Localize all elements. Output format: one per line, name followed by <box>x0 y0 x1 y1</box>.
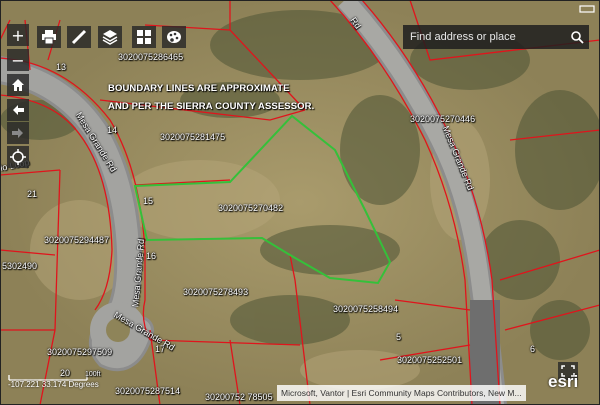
back-button[interactable] <box>7 99 29 121</box>
notice-line-2: AND PER THE SIERRA COUNTY ASSESSOR. <box>108 101 315 112</box>
basemap-gallery-icon <box>137 30 151 44</box>
boundary-notice: BOUNDARY LINES ARE APPROXIMATE AND PER T… <box>108 80 314 116</box>
layers-button[interactable] <box>98 26 122 48</box>
parcel-label: 3020075294487 <box>44 235 110 245</box>
lot-number: 13 <box>56 62 67 72</box>
attribution[interactable]: Microsoft, Vantor | Esri Community Maps … <box>277 385 526 401</box>
zoom-out-button[interactable]: − <box>7 49 29 71</box>
coordinate-readout: -107.221 33.174 Degrees <box>8 380 99 389</box>
parcel-label: 3020075252501 <box>397 355 463 365</box>
palette-icon <box>167 31 181 43</box>
lot-number: 15 <box>143 196 154 206</box>
menu-icon <box>579 5 595 13</box>
measure-button[interactable] <box>67 26 91 48</box>
esri-logo: esri <box>548 372 579 391</box>
lot-number: 16 <box>146 251 157 261</box>
layers-icon <box>102 30 118 45</box>
search-button[interactable] <box>565 25 589 49</box>
notice-line-1: BOUNDARY LINES ARE APPROXIMATE <box>108 83 290 94</box>
basemap-gallery-button[interactable] <box>132 26 156 48</box>
measure-icon <box>71 29 87 45</box>
locate-icon <box>10 149 26 165</box>
map-view[interactable]: BOUNDARY LINES ARE APPROXIMATE AND PER T… <box>0 0 600 405</box>
search-box <box>403 25 589 49</box>
lot-number: 21 <box>27 189 38 199</box>
lot-number: 14 <box>107 125 118 135</box>
print-button[interactable] <box>37 26 61 48</box>
symbology-button[interactable] <box>162 26 186 48</box>
parcel-label: 3020075270482 <box>218 203 284 213</box>
lot-number: 5 <box>396 332 402 342</box>
home-button[interactable] <box>7 74 29 96</box>
coordinate-text: -107.221 33.174 Degrees <box>8 380 99 389</box>
forward-button[interactable] <box>7 122 29 144</box>
parcel-label: 3020075281475 <box>160 132 226 142</box>
menu-button[interactable] <box>578 2 596 14</box>
parcel-label: 5302490 <box>2 261 38 271</box>
parcel-label: 3020075287514 <box>115 386 181 396</box>
parcel-label: 30200752 78505 <box>205 392 273 402</box>
parcel-label: 3020075270446 <box>410 114 476 124</box>
scale-label: 100ft <box>85 371 101 378</box>
home-icon <box>12 79 24 91</box>
print-icon <box>42 30 56 44</box>
aerial-imagery <box>0 0 600 405</box>
parcel-label: 3020075286465 <box>118 52 184 62</box>
zoom-in-button[interactable]: + <box>7 24 29 46</box>
arrow-left-icon <box>13 105 24 115</box>
arrow-right-icon <box>12 128 23 138</box>
parcel-label: 3020075278493 <box>183 287 249 297</box>
lot-number: 6 <box>530 344 536 354</box>
parcel-label: 3020075258494 <box>333 304 399 314</box>
search-input[interactable] <box>403 31 567 43</box>
search-icon <box>570 30 584 44</box>
locate-button[interactable] <box>7 146 29 168</box>
parcel-label: 3020075297509 <box>47 347 113 357</box>
